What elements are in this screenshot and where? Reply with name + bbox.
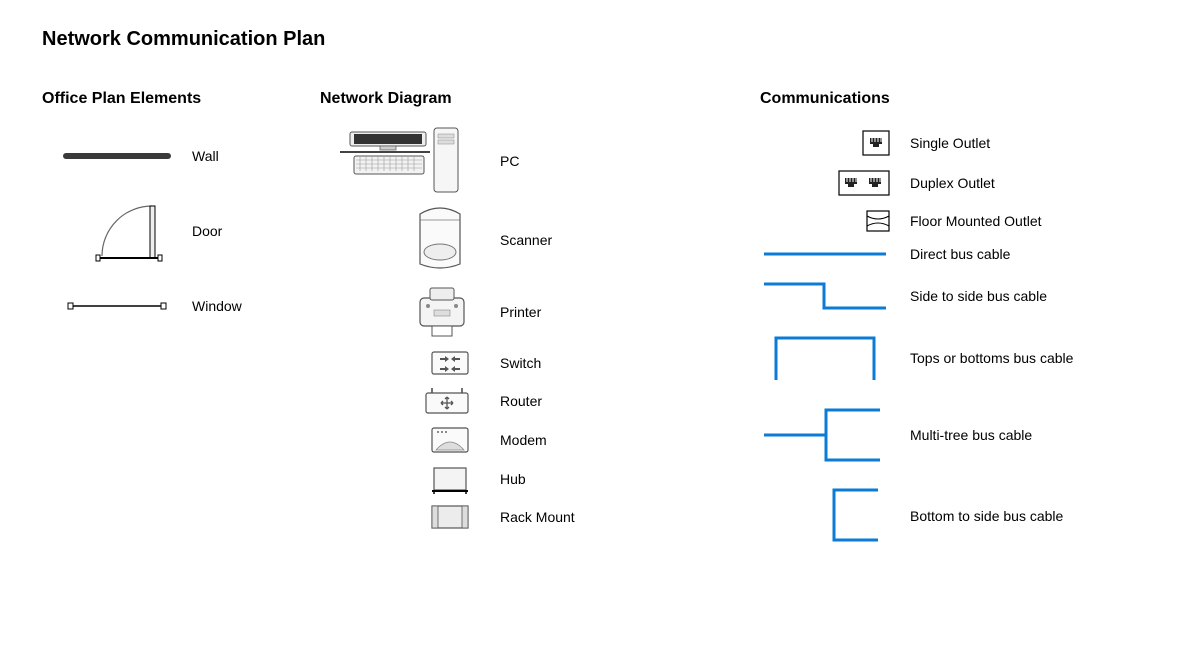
tops-bus-icon [760,330,890,386]
rack-icon [430,504,470,530]
legend-duplex-outlet: Duplex Outlet [760,170,1180,196]
switch-icon [430,350,470,376]
legend-direct-bus: Direct bus cable [760,246,1180,262]
hub-icon [430,464,470,494]
legend-switch: Switch [320,350,720,376]
legend-bottom-side-label: Bottom to side bus cable [890,508,1063,524]
legend-tops-bus: Tops or bottoms bus cable [760,330,1180,386]
legend-side-bus-label: Side to side bus cable [890,288,1047,304]
duplex-outlet-icon [838,170,890,196]
legend-wall: Wall [42,148,302,164]
legend-single-outlet: Single Outlet [760,130,1180,156]
section-office-title: Office Plan Elements [42,90,302,108]
legend-pc: PC [320,126,720,196]
legend-rack-label: Rack Mount [470,509,575,525]
legend-window-label: Window [172,298,242,314]
legend-floor-outlet: Floor Mounted Outlet [760,210,1180,232]
legend-switch-label: Switch [470,355,541,371]
legend-direct-bus-label: Direct bus cable [890,246,1010,262]
single-outlet-icon [862,130,890,156]
legend-modem: Modem [320,426,720,454]
scanner-icon [410,206,470,274]
floor-outlet-icon [866,210,890,232]
page-title: Network Communication Plan [42,28,325,51]
section-network-title: Network Diagram [320,90,720,108]
legend-wall-label: Wall [172,148,219,164]
legend-rack: Rack Mount [320,504,720,530]
wall-icon [62,148,172,164]
window-icon [62,298,172,314]
modem-icon [430,426,470,454]
router-icon [424,386,470,416]
bottom-side-icon [810,484,890,548]
legend-tops-bus-label: Tops or bottoms bus cable [890,350,1073,366]
direct-bus-icon [760,247,890,261]
printer-icon [414,284,470,340]
legend-router-label: Router [470,393,542,409]
section-comm-title: Communications [760,90,1180,108]
legend-hub: Hub [320,464,720,494]
multi-tree-icon [760,400,890,470]
legend-scanner: Scanner [320,206,720,274]
legend-single-outlet-label: Single Outlet [890,135,990,151]
legend-printer: Printer [320,284,720,340]
pc-icon [330,126,470,196]
legend-multi-tree-label: Multi-tree bus cable [890,427,1032,443]
legend-printer-label: Printer [470,304,541,320]
legend-pc-label: PC [470,153,519,169]
legend-modem-label: Modem [470,432,547,448]
section-office: Office Plan Elements Wall Door [42,90,302,346]
legend-floor-outlet-label: Floor Mounted Outlet [890,213,1042,229]
legend-multi-tree: Multi-tree bus cable [760,400,1180,470]
legend-window: Window [42,298,302,314]
legend-hub-label: Hub [470,471,526,487]
door-icon [92,196,172,266]
legend-router: Router [320,386,720,416]
legend-scanner-label: Scanner [470,232,552,248]
legend-door-label: Door [172,223,222,239]
section-network: Network Diagram [320,90,720,540]
page: Network Communication Plan Office Plan E… [0,0,1200,655]
legend-duplex-outlet-label: Duplex Outlet [890,175,995,191]
section-comm: Communications Single Outlet [760,90,1180,562]
legend-door: Door [42,196,302,266]
legend-bottom-side: Bottom to side bus cable [760,484,1180,548]
legend-side-bus: Side to side bus cable [760,276,1180,316]
side-bus-icon [760,276,890,316]
